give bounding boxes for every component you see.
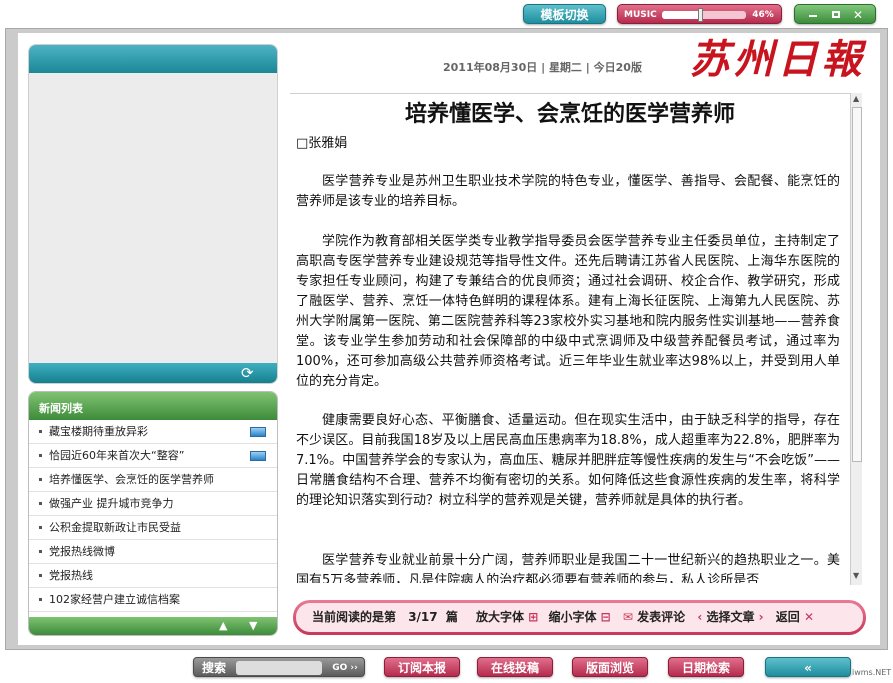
search-label: 搜索 — [202, 661, 227, 675]
search-box: 搜索 GO ›› — [193, 657, 365, 677]
scroll-up-icon[interactable]: ▲ — [219, 617, 227, 635]
bullet-icon — [39, 430, 42, 433]
volume-handle[interactable] — [698, 8, 703, 22]
scroll-down-arrow-icon[interactable]: ▼ — [853, 571, 859, 580]
bullet-icon — [39, 454, 42, 457]
plus-icon: ⊞ — [524, 610, 539, 624]
bullet-icon — [39, 478, 42, 481]
list-item-label: 恰园近60年来首次大“整容” — [49, 449, 185, 462]
weekday: 星期二 — [548, 61, 582, 74]
bullet-icon — [39, 526, 42, 529]
music-label: MUSIC — [624, 10, 657, 20]
news-list: 藏宝楼期待重放异彩 恰园近60年来首次大“整容” 培养懂医学、会烹饪的医学营养师… — [29, 420, 277, 612]
photo-icon — [250, 451, 266, 461]
bottom-toolbar: 搜索 GO ›› 订阅本报 在线投稿 版面浏览 日期检索 « iwms.NET — [0, 655, 893, 683]
photo-icon — [250, 427, 266, 437]
close-icon: ✕ — [799, 610, 815, 624]
pages-today: 今日20版 — [593, 61, 642, 74]
submit-button[interactable]: 在线投稿 — [477, 657, 553, 677]
scroll-down-icon[interactable]: ▼ — [249, 617, 257, 635]
browse-button[interactable]: 版面浏览 — [572, 657, 648, 677]
maximize-icon[interactable] — [832, 11, 840, 18]
list-item-label: 培养懂医学、会烹饪的医学营养师 — [49, 473, 214, 486]
comment-button[interactable]: ✉ 发表评论 — [623, 610, 685, 624]
collapse-button[interactable]: « — [765, 657, 851, 677]
issue-date: 2011年08月30日 — [443, 61, 538, 74]
shrink-font-button[interactable]: 缩小字体 ⊟ — [548, 610, 610, 624]
top-toolbar: 模板切换 MUSIC 46% ✕ — [0, 0, 893, 28]
list-item-label: 党报热线微博 — [49, 545, 115, 558]
search-input[interactable] — [236, 661, 322, 675]
volume-value: 46% — [752, 10, 774, 20]
separator: | — [541, 61, 549, 74]
preview-footer: ⟳ — [29, 363, 277, 383]
preview-header — [29, 45, 277, 73]
scroll-thumb[interactable] — [852, 107, 862, 462]
reading-label: 当前阅读的是第 — [312, 610, 397, 624]
article-paragraph: 健康需要良好心态、平衡膳食、适量运动。但在现实生活中，由于缺乏科学的指导，存在不… — [296, 413, 840, 508]
list-item-label: 做强产业 提升城市竞争力 — [49, 497, 174, 510]
article-author: □张雅娟 — [296, 136, 348, 151]
list-item[interactable]: 公积金提取新政让市民受益 — [29, 516, 277, 540]
reading-progress: 3/17 — [408, 610, 438, 624]
refresh-icon[interactable]: ⟳ — [241, 364, 254, 382]
enlarge-font-button[interactable]: 放大字体 ⊞ — [476, 610, 538, 624]
newspaper-logo: 苏州日報 — [689, 36, 866, 83]
mail-icon: ✉ — [622, 610, 638, 624]
separator: | — [585, 61, 594, 74]
list-item[interactable]: 102家经营户建立诚信档案 — [29, 588, 277, 612]
bullet-icon — [39, 550, 42, 553]
list-item[interactable]: 党报热线微博 — [29, 540, 277, 564]
list-item[interactable]: 培养懂医学、会烹饪的医学营养师 — [29, 468, 277, 492]
article-scrollbar[interactable]: ▲ ▼ — [850, 93, 862, 585]
scroll-up-arrow-icon[interactable]: ▲ — [853, 94, 859, 103]
watermark: iwms.NET — [852, 668, 892, 677]
close-icon[interactable]: ✕ — [853, 5, 863, 25]
window-controls: ✕ — [794, 4, 876, 24]
list-item-label: 公积金提取新政让市民受益 — [49, 521, 181, 534]
news-list-footer: ▲ ▼ — [29, 617, 277, 635]
minus-icon: ⊟ — [596, 610, 611, 624]
article-title: 培养懂医学、会烹饪的医学营养师 — [404, 102, 735, 127]
back-button[interactable]: 返回 ✕ — [776, 610, 814, 624]
list-item[interactable]: 藏宝楼期待重放异彩 — [29, 420, 277, 444]
date-line: 2011年08月30日 | 星期二 | 今日20版 — [443, 59, 642, 75]
article-paragraph: 医学营养专业就业前景十分广阔，营养师职业是我国二十一世纪新兴的趋热职业之一。美国… — [296, 553, 840, 583]
status-inner: 当前阅读的是第 3/17 篇 放大字体 ⊞ 缩小字体 ⊟ ✉ 发表评论 ‹ 选择… — [296, 603, 863, 632]
bullet-icon — [39, 598, 42, 601]
list-item[interactable]: 党报热线 — [29, 564, 277, 588]
list-item-label: 党报热线 — [49, 569, 93, 582]
select-article-button[interactable]: ‹ 选择文章 › — [697, 610, 763, 624]
news-list-panel: 新闻列表 藏宝楼期待重放异彩 恰园近60年来首次大“整容” 培养懂医学、会烹饪的… — [28, 391, 278, 636]
next-icon: › — [754, 610, 764, 624]
search-go-button[interactable]: GO ›› — [326, 658, 364, 678]
article-paragraph: 医学营养专业是苏州卫生职业技术学院的特色专业，懂医学、善指导、会配餐、能烹饪的营… — [296, 174, 840, 209]
reading-status-bar: 当前阅读的是第 3/17 篇 放大字体 ⊞ 缩小字体 ⊟ ✉ 发表评论 ‹ 选择… — [293, 600, 866, 635]
template-switch-button[interactable]: 模板切换 — [523, 4, 606, 24]
list-item-label: 藏宝楼期待重放异彩 — [49, 425, 148, 438]
list-item-label: 102家经营户建立诚信档案 — [49, 593, 180, 606]
bullet-icon — [39, 574, 42, 577]
volume-slider[interactable] — [662, 8, 746, 22]
minimize-icon[interactable] — [809, 15, 817, 17]
news-list-title: 新闻列表 — [29, 392, 277, 420]
article-paragraph: 学院作为教育部相关医学类专业教学指导委员会医学营养专业主任委员单位，主持制定了高… — [296, 234, 840, 389]
bullet-icon — [39, 502, 42, 505]
subscribe-button[interactable]: 订阅本报 — [384, 657, 460, 677]
music-control[interactable]: MUSIC 46% — [617, 4, 782, 24]
list-item[interactable]: 恰园近60年来首次大“整容” — [29, 444, 277, 468]
reading-unit: 篇 — [445, 610, 458, 624]
page-thumbnail[interactable] — [29, 73, 277, 363]
list-item[interactable]: 做强产业 提升城市竞争力 — [29, 492, 277, 516]
page-preview-panel: ⟳ — [28, 44, 278, 384]
date-search-button[interactable]: 日期检索 — [668, 657, 744, 677]
volume-fill — [662, 11, 701, 19]
